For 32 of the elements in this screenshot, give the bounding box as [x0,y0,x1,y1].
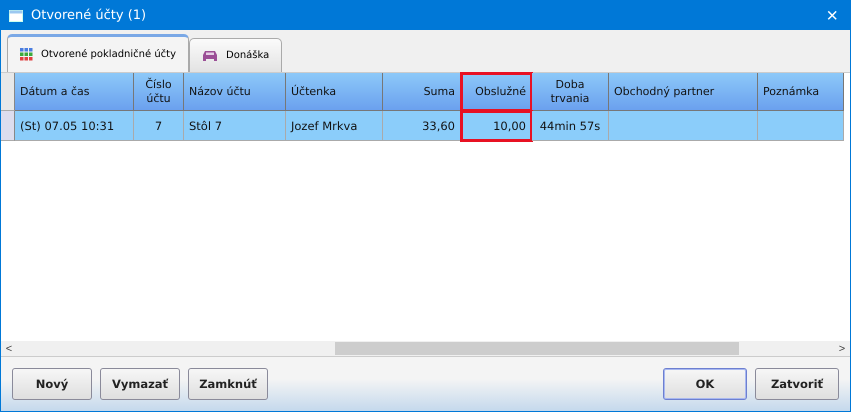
window-icon [9,10,23,22]
scroll-right-button[interactable]: > [834,341,850,356]
scroll-left-button[interactable]: < [1,341,17,356]
column-header[interactable]: Poznámka [758,73,844,111]
table-cell: Jozef Mrkva [286,111,383,141]
column-header[interactable]: Suma [383,73,461,111]
row-header[interactable] [1,111,15,141]
table-cell: Stôl 7 [184,111,286,141]
car-icon [202,50,218,62]
dialog-button[interactable]: Zatvoriť [755,368,839,400]
column-header[interactable]: Doba trvania [532,73,609,111]
tab[interactable]: Otvorené pokladničné účty [7,34,190,72]
table-cell: 10,00 [461,111,532,141]
table-cell: 33,60 [383,111,461,141]
column-header[interactable]: Obchodný partner [609,73,758,111]
column-header[interactable]: Dátum a čas [15,73,134,111]
close-button[interactable]: × [822,6,842,26]
tab[interactable]: Donáška [189,38,282,72]
action-button[interactable]: Zamknúť [188,368,268,400]
scrollbar-thumb[interactable] [335,342,739,355]
dialog-button[interactable]: OK [663,368,747,400]
column-header[interactable]: Účtenka [286,73,383,111]
action-button[interactable]: Vymazať [100,368,180,400]
grid-icon [20,48,33,61]
table-cell: 7 [134,111,184,141]
column-header[interactable]: Názov účtu [184,73,286,111]
window-title: Otvorené účty (1) [31,8,148,23]
column-header[interactable]: Číslo účtu [134,73,184,111]
action-button[interactable]: Nový [12,368,92,400]
table-cell: 44min 57s [532,111,609,141]
table-cell: (St) 07.05 10:31 [15,111,134,141]
column-header[interactable]: Obslužné [461,73,532,111]
